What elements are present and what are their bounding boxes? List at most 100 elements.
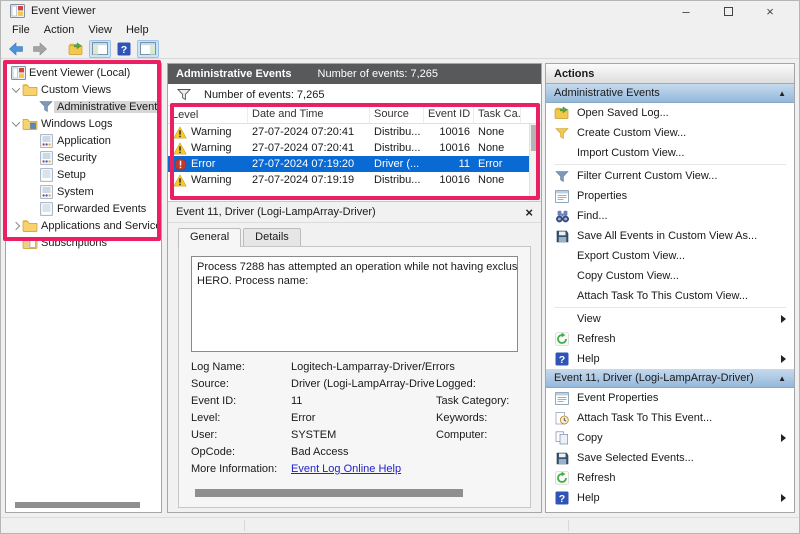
action-label: Help [577, 492, 600, 504]
tab-details[interactable]: Details [243, 228, 301, 246]
sidebar-item-security[interactable]: Security [6, 149, 161, 166]
column-header-task-ca[interactable]: Task Ca... [474, 106, 521, 123]
section-header-label: Event 11, Driver (Logi-LampArray-Driver) [554, 372, 754, 384]
sidebar-item-event-viewer-local[interactable]: Event Viewer (Local) [6, 64, 161, 81]
action-event-properties[interactable]: Event Properties [546, 388, 794, 408]
error-icon [172, 158, 188, 171]
toolbar-help-button[interactable]: ? [113, 40, 135, 58]
sidebar-item-administrative-events[interactable]: Administrative Events [6, 98, 161, 115]
cell-source: Distribu... [370, 142, 424, 154]
column-header-date-and-time[interactable]: Date and Time [248, 106, 370, 123]
sidebar-item-system[interactable]: System [6, 183, 161, 200]
action-save-all-events-in-custom-view-as[interactable]: Save All Events in Custom View As... [546, 226, 794, 246]
event-row-3[interactable]: Warning27-07-2024 07:19:19Distribu...100… [168, 172, 541, 188]
log-icon [38, 185, 54, 199]
log-icon [38, 151, 54, 165]
minimize-button[interactable]: – [665, 1, 707, 21]
toolbar-show-action-pane-button[interactable] [137, 40, 159, 58]
svg-text:?: ? [559, 354, 565, 366]
column-header-source[interactable]: Source [370, 106, 424, 123]
action-label: Copy Custom View... [577, 270, 679, 282]
warning-icon [172, 174, 188, 187]
action-create-custom-view[interactable]: Create Custom View... [546, 123, 794, 143]
field-label-logged: Logged: [436, 378, 518, 390]
console-tree-icon [92, 42, 108, 55]
save-icon [554, 452, 570, 465]
action-find[interactable]: Find... [546, 206, 794, 226]
action-help[interactable]: ?Help [546, 488, 794, 508]
level-text: Error [191, 158, 215, 170]
sidebar-item-application[interactable]: Application [6, 132, 161, 149]
cell-level: Error [168, 158, 248, 171]
toolbar-back-button[interactable] [5, 40, 27, 58]
toolbar-show-console-tree-button[interactable] [89, 40, 111, 58]
field-value-more-information[interactable]: Event Log Online Help [291, 463, 518, 475]
submenu-arrow-icon [781, 355, 786, 363]
actions-section-administrative-events[interactable]: Administrative Events▲ [546, 84, 794, 103]
sidebar-item-custom-views[interactable]: Custom Views [6, 81, 161, 98]
action-label: Save Selected Events... [577, 452, 694, 464]
subscriptions-icon [22, 236, 38, 249]
sidebar-item-forwarded-events[interactable]: Forwarded Events [6, 200, 161, 217]
chevron-down-icon[interactable] [10, 87, 22, 93]
maximize-button[interactable] [707, 1, 749, 21]
field-value-event-id: 11 [291, 395, 436, 407]
menu-help[interactable]: Help [119, 23, 156, 37]
toolbar-forward-button[interactable] [29, 40, 51, 58]
action-copy-custom-view[interactable]: Copy Custom View... [546, 266, 794, 286]
collapse-icon[interactable]: ▲ [778, 374, 786, 383]
action-copy[interactable]: Copy [546, 428, 794, 448]
separator [554, 164, 786, 165]
column-header-level[interactable]: Level [168, 106, 248, 123]
close-button[interactable]: × [749, 1, 791, 21]
chevron-down-icon[interactable] [10, 121, 22, 127]
sidebar-item-setup[interactable]: Setup [6, 166, 161, 183]
action-open-saved-log[interactable]: Open Saved Log... [546, 103, 794, 123]
menu-file[interactable]: File [5, 23, 37, 37]
menu-action[interactable]: Action [37, 23, 82, 37]
action-import-custom-view[interactable]: Import Custom View... [546, 143, 794, 163]
action-help[interactable]: ?Help [546, 349, 794, 369]
sidebar-item-windows-logs[interactable]: Windows Logs [6, 115, 161, 132]
preview-horizontal-scrollbar[interactable] [195, 489, 463, 497]
sidebar-horizontal-scrollbar[interactable] [15, 502, 140, 508]
field-label-more-information: More Information: [191, 463, 291, 475]
properties-icon [554, 392, 570, 405]
event-row-2[interactable]: Error27-07-2024 07:19:20Driver (...11Err… [168, 156, 541, 172]
event-row-0[interactable]: Warning27-07-2024 07:20:41Distribu...100… [168, 124, 541, 140]
action-filter-current-custom-view[interactable]: Filter Current Custom View... [546, 166, 794, 186]
action-attach-task-to-this-custom-view[interactable]: Attach Task To This Custom View... [546, 286, 794, 306]
collapse-icon[interactable]: ▲ [778, 89, 786, 98]
menu-view[interactable]: View [81, 23, 119, 37]
action-label: Find... [577, 210, 608, 222]
svg-text:?: ? [121, 43, 127, 55]
center-pane: Administrative Events Number of events: … [167, 63, 542, 513]
action-refresh[interactable]: Refresh [546, 468, 794, 488]
actions-section-event-11-driver-logi-lamparray-driver[interactable]: Event 11, Driver (Logi-LampArray-Driver)… [546, 369, 794, 388]
sidebar-item-applications-and-services-lo[interactable]: Applications and Services Lo [6, 217, 161, 234]
level-text: Warning [191, 174, 232, 186]
event-row-1[interactable]: Warning27-07-2024 07:20:41Distribu...100… [168, 140, 541, 156]
action-label: Event Properties [577, 392, 658, 404]
column-header-event-id[interactable]: Event ID [424, 106, 474, 123]
preview-title: Event 11, Driver (Logi-LampArray-Driver) [176, 206, 376, 218]
console-tree-pane: Event Viewer (Local)Custom ViewsAdminist… [5, 63, 162, 513]
open-log-icon [554, 106, 570, 120]
scroll-thumb[interactable] [531, 125, 540, 151]
action-refresh[interactable]: Refresh [546, 329, 794, 349]
chevron-right-icon[interactable] [10, 223, 22, 229]
folder-arrow-icon [68, 42, 84, 56]
action-properties[interactable]: Properties [546, 186, 794, 206]
action-export-custom-view[interactable]: Export Custom View... [546, 246, 794, 266]
cell-event-id: 10016 [424, 142, 474, 154]
action-attach-task-to-this-event[interactable]: Attach Task To This Event... [546, 408, 794, 428]
preview-close-icon[interactable]: × [525, 205, 533, 220]
action-save-selected-events[interactable]: Save Selected Events... [546, 448, 794, 468]
filter-icon [554, 170, 570, 183]
action-view[interactable]: View [546, 309, 794, 329]
toolbar-open-saved-log-button[interactable] [65, 40, 87, 58]
tab-general[interactable]: General [178, 228, 241, 247]
filter-row: Number of events: 7,265 [168, 84, 541, 106]
table-vertical-scrollbar[interactable] [529, 124, 541, 201]
sidebar-item-subscriptions[interactable]: Subscriptions [6, 234, 161, 251]
